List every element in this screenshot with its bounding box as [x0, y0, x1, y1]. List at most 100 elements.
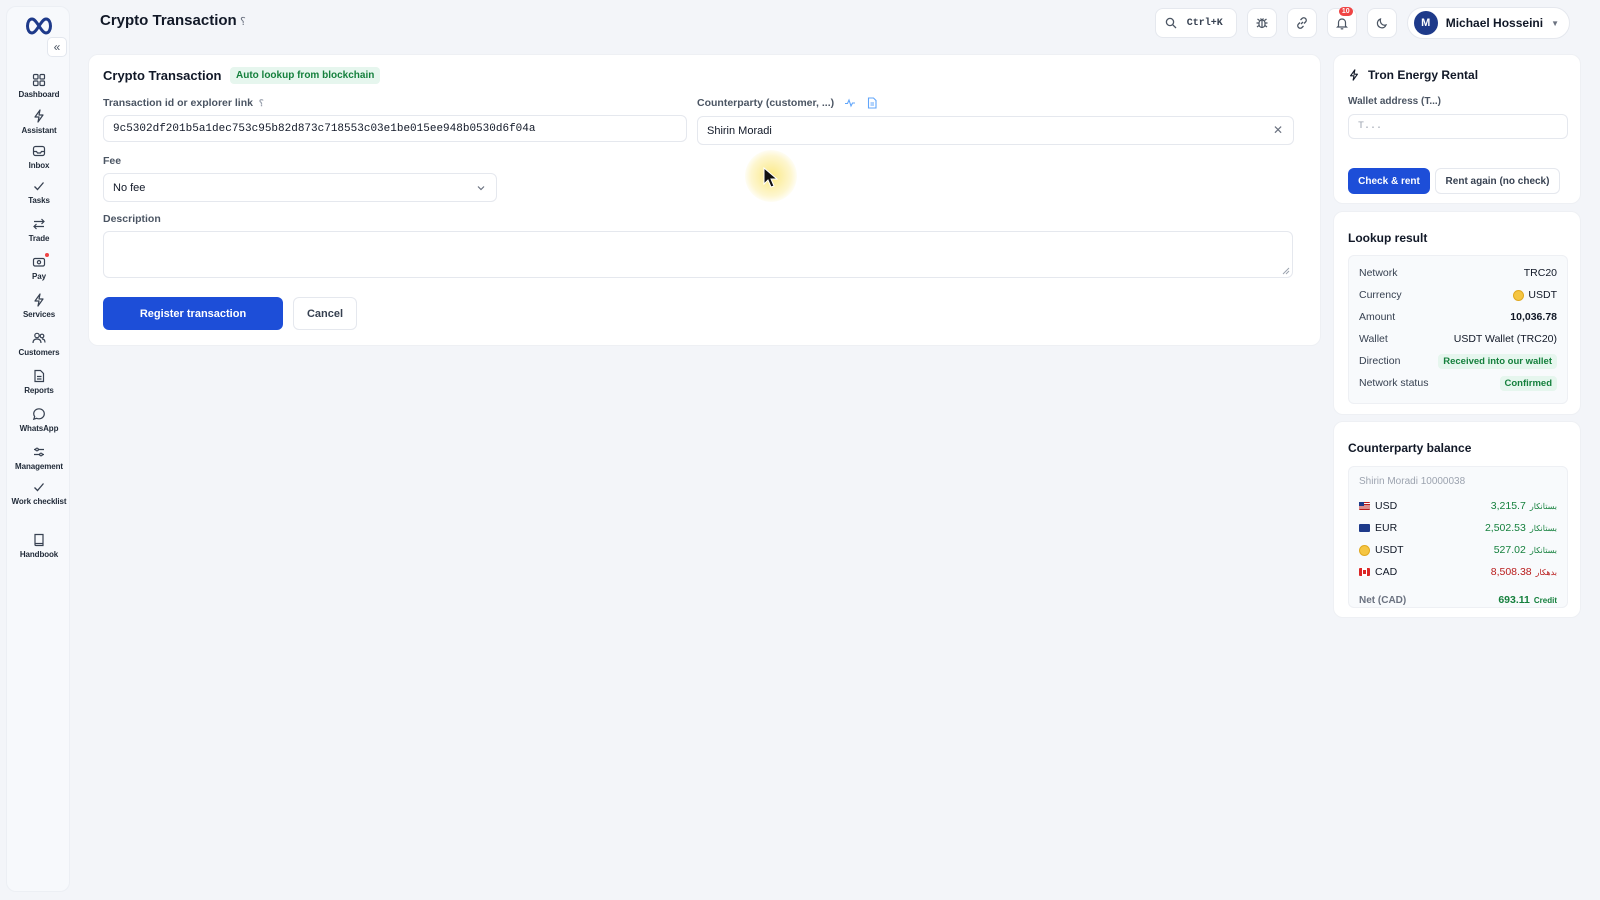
lookup-details: Network TRC20 Currency USDT Amount 10,03… [1348, 255, 1568, 404]
fee-value: No fee [113, 181, 146, 194]
resize-handle-icon[interactable] [1282, 267, 1290, 275]
counterparty-select[interactable]: Shirin Moradi ✕ [697, 116, 1294, 145]
notification-count-badge: 10 [1338, 7, 1353, 16]
sidebar-item-assistant[interactable]: Assistant [7, 109, 71, 143]
sidebar-item-customers[interactable]: Customers [7, 331, 71, 365]
status-badge: Received into our wallet [1438, 353, 1557, 369]
counterparty-label: Counterparty (customer, ...) [697, 97, 835, 109]
sidebar-item-label: Trade [28, 234, 50, 243]
wallet-address-input[interactable]: T... [1348, 114, 1568, 139]
debug-button[interactable] [1246, 8, 1277, 38]
sidebar-item-trade[interactable]: Trade [7, 217, 71, 251]
lookup-row-wallet: Wallet USDT Wallet (TRC20) [1359, 333, 1557, 345]
theme-toggle-button[interactable] [1366, 8, 1397, 38]
wallet-address-label: Wallet address (T...) [1348, 96, 1441, 107]
usdt-coin-icon [1513, 289, 1525, 301]
status-badge: Confirmed [1499, 375, 1557, 391]
page-title: Crypto Transaction [100, 12, 237, 29]
mouse-pointer-icon [763, 167, 779, 189]
auto-lookup-badge: Auto lookup from blockchain [230, 67, 381, 84]
description-textarea[interactable] [103, 231, 1293, 278]
sidebar-item-label: Handbook [19, 550, 59, 559]
eu-flag-icon [1359, 524, 1370, 532]
balance-row-eur: EUR 2,502.53 بستانکار [1359, 520, 1557, 536]
chevron-down-icon: ▼ [1551, 18, 1559, 28]
bell-icon [1335, 16, 1349, 30]
counterparty-balance-card: Counterparty balance Shirin Moradi 10000… [1333, 421, 1581, 618]
sidebar-item-reports[interactable]: Reports [7, 369, 71, 403]
sidebar-item-label: Services [22, 310, 56, 319]
search-icon [1165, 17, 1177, 29]
us-flag-icon [1359, 502, 1370, 510]
sidebar-item-label: Inbox [28, 161, 50, 170]
sidebar-item-label: Management [15, 462, 63, 471]
chevron-down-icon [476, 183, 486, 193]
description-label: Description [103, 213, 161, 225]
inbox-icon [32, 144, 46, 158]
notifications-button[interactable]: 10 [1326, 7, 1357, 38]
txid-input[interactable]: 9c5302df201b5a1dec753c95b82d873c718553c0… [103, 115, 687, 142]
moon-icon [1375, 16, 1389, 30]
sidebar-item-label: Customers [18, 348, 60, 357]
activity-icon[interactable] [844, 97, 856, 109]
sidebar-item-label: Pay [32, 272, 46, 281]
check-icon [32, 179, 46, 193]
user-name: Michael Hosseini [1445, 16, 1544, 30]
balance-row-usd: USD 3,215.7 بستانکار [1359, 498, 1557, 514]
sidebar-item-handbook[interactable]: Handbook [7, 533, 71, 567]
sidebar-item-tasks[interactable]: Tasks [7, 179, 71, 213]
collapse-sidebar-button[interactable]: « [47, 37, 67, 57]
user-menu[interactable]: M Michael Hosseini ▼ [1406, 7, 1570, 39]
sidebar-item-label: WhatsApp [19, 424, 59, 433]
balance-title: Counterparty balance [1348, 441, 1472, 455]
document-icon[interactable] [866, 97, 878, 109]
bolt-icon [1348, 69, 1360, 81]
crypto-transaction-form: Crypto Transaction Auto lookup from bloc… [88, 54, 1321, 346]
sidebar-item-management[interactable]: Management [7, 445, 71, 479]
fee-label: Fee [103, 155, 122, 167]
usdt-coin-icon [1359, 544, 1370, 556]
lookup-title: Lookup result [1348, 231, 1428, 245]
bolt-icon [32, 109, 46, 123]
topbar-actions: Ctrl+K 10 M Michael Hosseini ▼ [1154, 7, 1570, 39]
help-icon[interactable]: ؟ [240, 15, 246, 28]
sidebar-item-work-checklist[interactable]: Work checklist [7, 480, 71, 514]
sidebar-item-label: Assistant [21, 126, 57, 135]
lookup-row-network-status: Network status Confirmed [1359, 375, 1557, 391]
infinity-logo-icon[interactable] [23, 15, 55, 37]
sidebar-item-services[interactable]: Services [7, 293, 71, 327]
book-icon [32, 533, 46, 547]
canada-flag-icon [1359, 568, 1370, 576]
help-icon[interactable]: ؟ [259, 98, 264, 108]
txid-label: Transaction id or explorer link ؟ [103, 97, 264, 109]
sidebar-item-label: Reports [24, 386, 54, 395]
users-icon [32, 331, 46, 345]
tron-energy-rental-card: Tron Energy Rental Wallet address (T...)… [1333, 54, 1581, 204]
lookup-row-direction: Direction Received into our wallet [1359, 353, 1557, 369]
fee-select[interactable]: No fee [103, 173, 497, 202]
check-and-rent-button[interactable]: Check & rent [1348, 168, 1430, 194]
tron-title-row: Tron Energy Rental [1348, 68, 1478, 82]
counterparty-label-row: Counterparty (customer, ...) [697, 97, 878, 109]
clear-icon[interactable]: ✕ [1273, 123, 1283, 137]
pay-alert-dot [45, 253, 49, 257]
link-button[interactable] [1286, 8, 1317, 38]
wallet-icon [32, 253, 49, 269]
sidebar-item-whatsapp[interactable]: WhatsApp [7, 407, 71, 441]
sidebar-item-inbox[interactable]: Inbox [7, 144, 71, 178]
lookup-row-amount: Amount 10,036.78 [1359, 311, 1557, 323]
search-button[interactable]: Ctrl+K [1154, 8, 1237, 38]
bug-icon [1255, 16, 1269, 30]
balance-row-usdt: USDT 527.02 بستانکار [1359, 542, 1557, 558]
lookup-row-network: Network TRC20 [1359, 267, 1557, 279]
dashboard-icon [32, 73, 46, 87]
search-shortcut: Ctrl+K [1186, 17, 1223, 29]
cancel-button[interactable]: Cancel [293, 297, 357, 330]
lookup-result-card: Lookup result Network TRC20 Currency USD… [1333, 211, 1581, 415]
balance-net-row: Net (CAD) 693.11 Credit [1359, 594, 1557, 606]
sidebar-item-pay[interactable]: Pay [7, 253, 71, 289]
register-transaction-button[interactable]: Register transaction [103, 297, 283, 330]
sidebar-item-dashboard[interactable]: Dashboard [7, 73, 71, 107]
chat-icon [32, 407, 46, 421]
rent-again-button[interactable]: Rent again (no check) [1435, 168, 1560, 194]
